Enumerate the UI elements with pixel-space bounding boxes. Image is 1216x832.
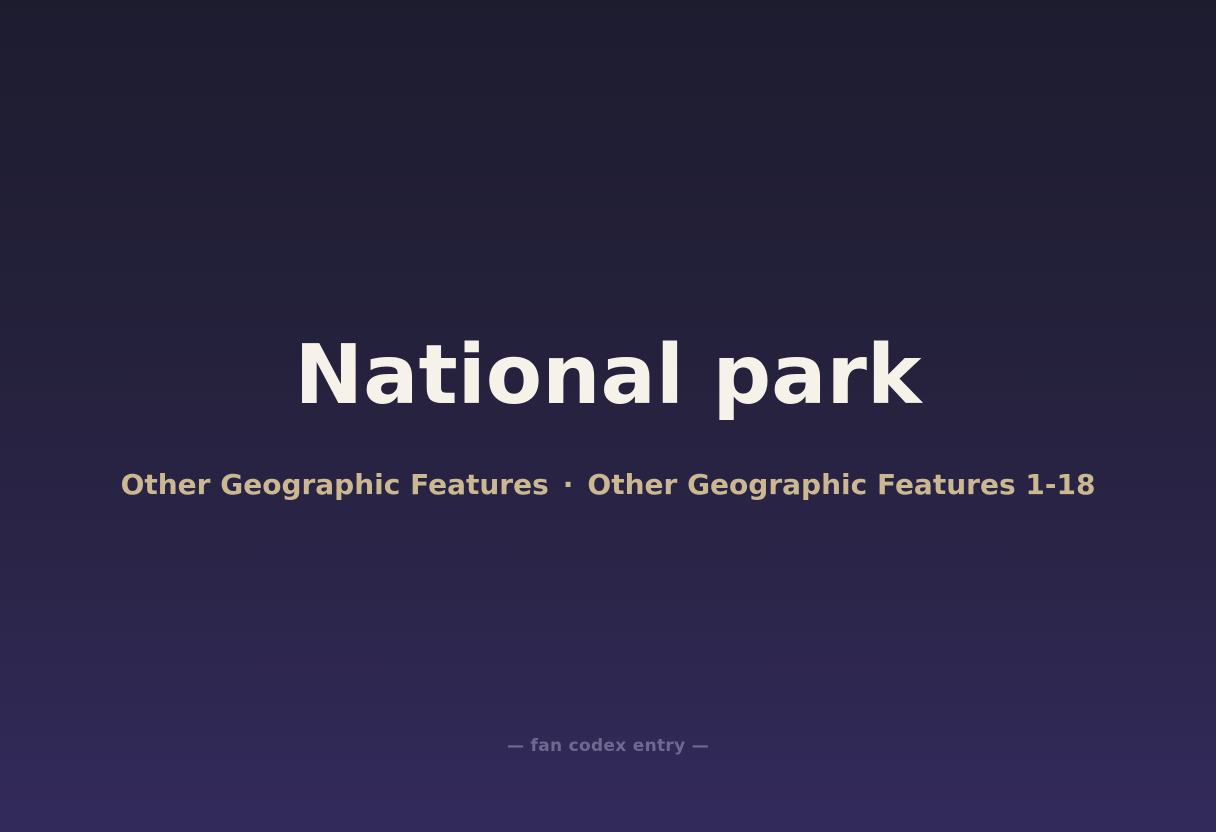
footer-caption: — fan codex entry — xyxy=(507,736,709,756)
subtitle-category: Other Geographic Features xyxy=(120,468,549,501)
subtitle: Other Geographic Features · Other Geograph… xyxy=(0,466,1216,504)
subtitle-range: Other Geographic Features 1-18 xyxy=(587,468,1096,501)
subtitle-separator: · xyxy=(562,468,574,501)
page-title: National park xyxy=(294,328,922,423)
